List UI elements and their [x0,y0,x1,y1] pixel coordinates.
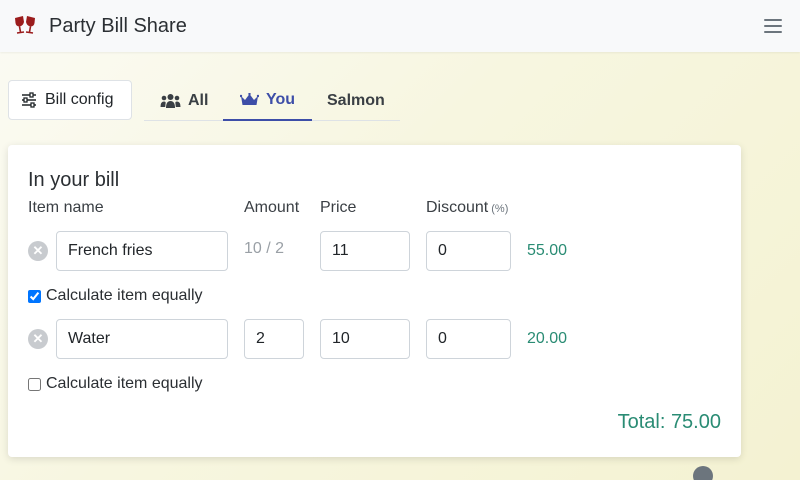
calculate-equally-row[interactable]: Calculate item equally [28,287,203,305]
bill-total: Total: 75.00 [617,411,721,433]
item-line-total: 55.00 [527,242,568,259]
bill-config-button[interactable]: Bill config [8,80,132,120]
item-price-input[interactable] [320,231,410,271]
item-name-input[interactable] [56,319,228,359]
calculate-equally-checkbox[interactable] [28,377,41,391]
remove-item-icon[interactable]: ✕ [28,241,48,261]
item-discount-input[interactable] [426,231,511,271]
header-price: Price [320,199,357,216]
scroll-indicator[interactable] [693,466,713,480]
header-item-name: Item name [28,199,104,216]
calculate-equally-row[interactable]: Calculate item equally [28,375,203,393]
crown-icon [240,92,259,105]
tab-you[interactable]: You [223,80,312,121]
item-line-total: 20.00 [527,330,568,347]
item-discount-input[interactable] [426,319,511,359]
navbar: Party Bill Share [0,0,800,52]
group-icon [160,93,181,108]
bill-config-label: Bill config [45,91,114,108]
bill-title: In your bill [28,169,120,191]
wine-glasses-icon [15,16,35,34]
tab-all-label: All [188,91,209,109]
header-discount-label: Discount [426,199,489,216]
participant-tabs: All You Salmon [144,80,400,121]
header-amount: Amount [244,199,300,216]
sliders-icon [22,92,36,108]
item-amount-split: 10 / 2 [244,240,285,257]
hamburger-icon[interactable] [764,19,782,33]
header-discount-unit: (%) [491,203,509,215]
tab-all[interactable]: All [160,80,208,121]
remove-item-icon[interactable]: ✕ [28,329,48,349]
bill-card: In your bill Item name Amount Price Disc… [8,145,741,457]
calculate-equally-label: Calculate item equally [46,287,203,304]
brand[interactable]: Party Bill Share [12,13,187,39]
item-price-input[interactable] [320,319,410,359]
tab-you-label: You [266,90,296,108]
item-name-input[interactable] [56,231,228,271]
tab-salmon-label: Salmon [327,91,385,109]
item-amount-input[interactable] [244,319,304,359]
header-discount: Discount (%) [426,199,508,217]
app-title: Party Bill Share [49,14,187,37]
tab-salmon[interactable]: Salmon [327,80,385,121]
calculate-equally-label: Calculate item equally [46,375,203,392]
toolbar: Bill config All You Salmon [8,80,708,122]
calculate-equally-checkbox[interactable] [28,289,41,303]
